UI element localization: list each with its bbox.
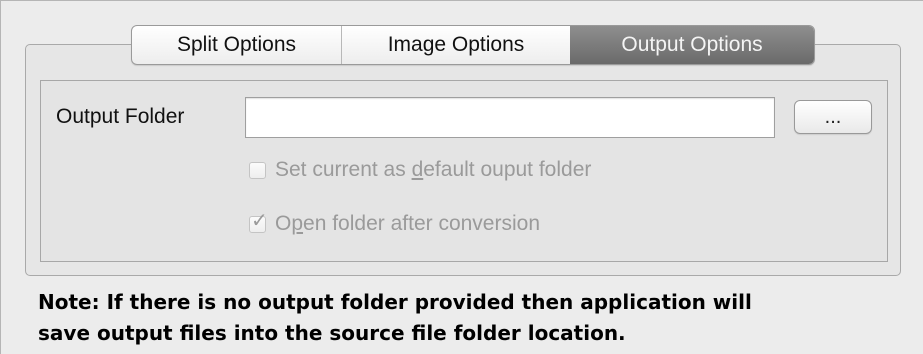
open-folder-label-mnemonic: p — [291, 212, 304, 235]
default-folder-label: Set current as default ouput folder — [275, 158, 591, 182]
output-folder-input[interactable] — [245, 97, 775, 138]
tab-output-options[interactable]: Output Options — [570, 26, 814, 64]
default-folder-checkbox-row[interactable]: Set current as default ouput folder — [249, 158, 591, 182]
open-folder-checkbox-row[interactable]: ✓ Open folder after conversion — [249, 211, 540, 236]
options-window: Split Options Image Options Output Optio… — [0, 0, 923, 354]
open-folder-label-pre: O — [275, 212, 292, 235]
output-folder-note: Note: If there is no output folder provi… — [38, 287, 908, 349]
output-folder-label: Output Folder — [56, 105, 185, 128]
checkmark-icon: ✓ — [251, 209, 268, 232]
tab-bar: Split Options Image Options Output Optio… — [131, 25, 815, 65]
note-line-1: Note: If there is no output folder provi… — [38, 290, 752, 314]
note-line-2: save output files into the source file f… — [38, 321, 626, 345]
default-folder-label-mnemonic: d — [411, 158, 424, 181]
browse-button[interactable]: ... — [794, 100, 872, 134]
tab-image-options[interactable]: Image Options — [342, 26, 570, 64]
default-folder-label-pre: Set current as — [275, 158, 412, 181]
open-folder-label: Open folder after conversion — [275, 212, 540, 236]
open-folder-checkbox[interactable]: ✓ — [249, 211, 268, 233]
default-folder-checkbox[interactable] — [249, 161, 266, 179]
open-folder-label-post: en folder after conversion — [303, 212, 540, 235]
default-folder-label-post: efault ouput folder — [423, 158, 592, 181]
tab-split-options[interactable]: Split Options — [132, 26, 342, 64]
